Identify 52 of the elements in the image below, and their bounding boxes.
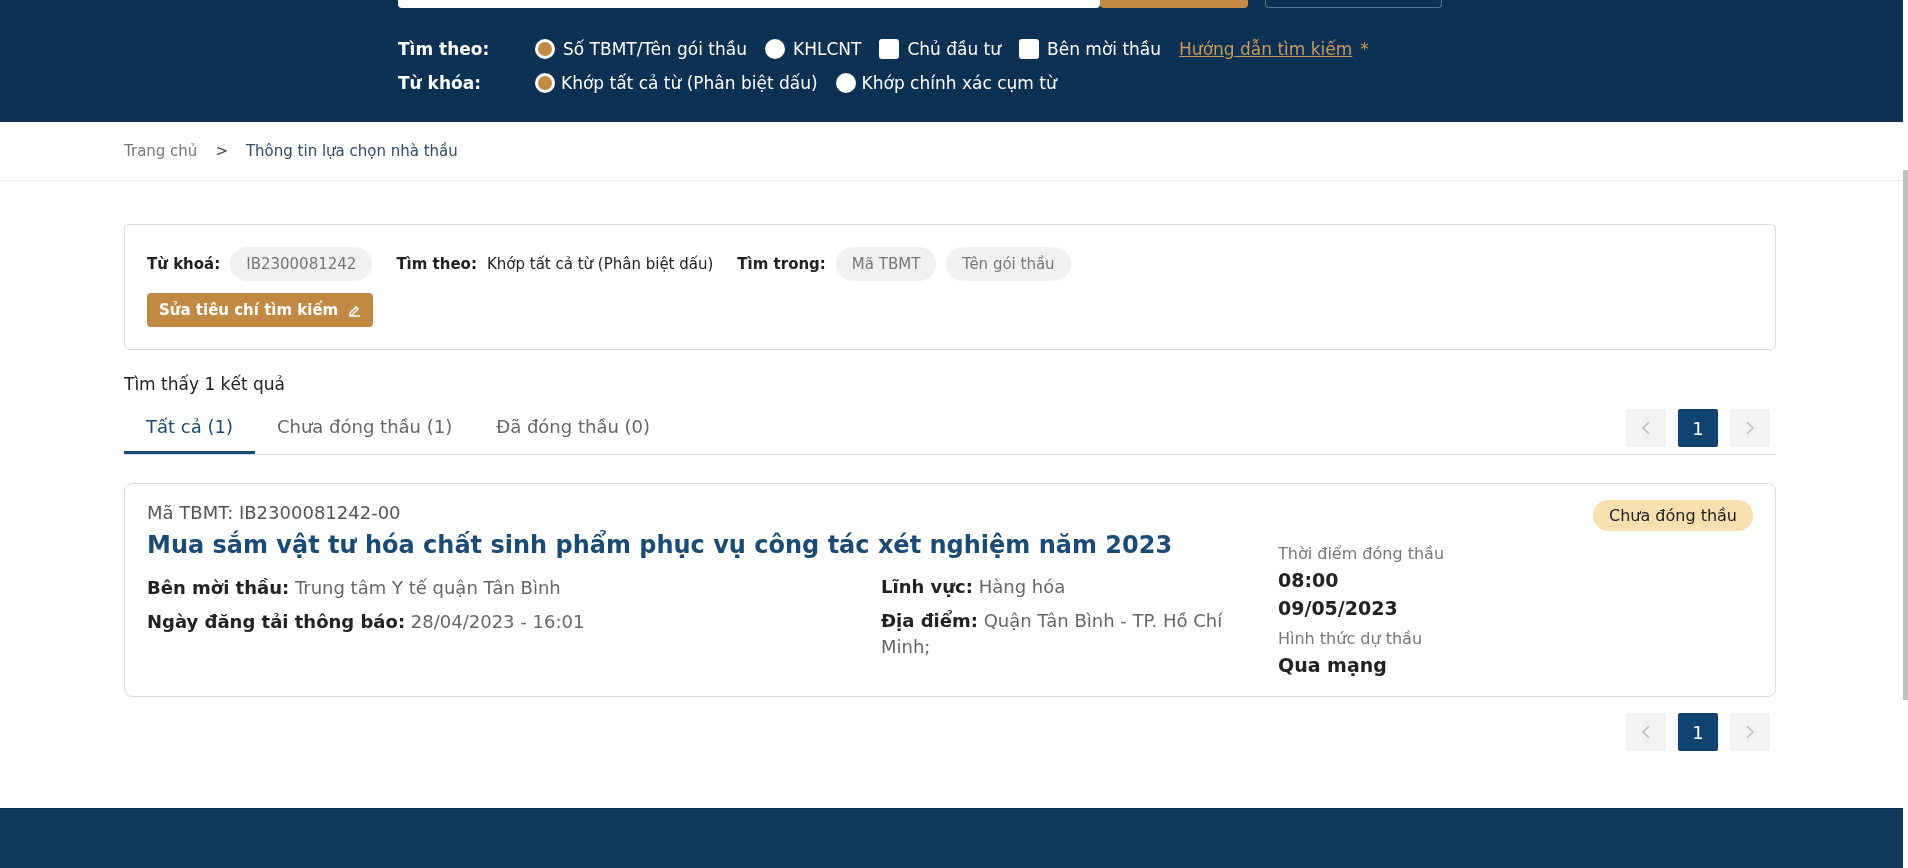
keyword-tag: IB2300081242 [230, 247, 373, 281]
breadcrumb-separator: > [215, 142, 228, 160]
chevron-right-icon [1746, 725, 1754, 739]
radio-button[interactable] [535, 73, 555, 93]
option-label: Bên mời thầu [1047, 39, 1162, 59]
result-count: Tìm thấy 1 kết quả [124, 374, 286, 394]
field-text: Bên mời thầu: Trung tâm Y tế quận Tân Bình [147, 575, 562, 600]
checkbox[interactable] [1019, 39, 1040, 59]
search-guide-link[interactable]: Hướng dẫn tìm kiếm [1179, 39, 1353, 59]
search-field-tag: Mã TBMT [835, 247, 937, 281]
breadcrumb-link[interactable]: Trang chủ [124, 142, 198, 160]
outline-button[interactable] [1265, 0, 1442, 8]
scrollbar-thumb[interactable] [1903, 170, 1908, 700]
checkbox[interactable] [879, 39, 900, 59]
radio-button[interactable] [835, 73, 856, 93]
closing-time-label: Thời điểm đóng thầu [1278, 544, 1446, 563]
option-label: Khớp tất cả từ (Phân biệt dấu) [561, 73, 818, 93]
search-by-label: Tìm theo: [396, 255, 477, 273]
field-text: Lĩnh vực: Hàng hóa [881, 575, 1067, 599]
closing-time: 08:00 [1278, 569, 1340, 591]
radio-button[interactable] [765, 39, 785, 59]
search-by-label: Tìm theo: [398, 39, 491, 59]
breadcrumb-link[interactable]: Thông tin lựa chọn nhà thầu [245, 142, 458, 160]
tab[interactable]: Chưa đóng thầu (1) [254, 402, 475, 454]
chevron-left-icon [1642, 421, 1650, 435]
option-label: Chủ đầu tư [907, 39, 1002, 59]
bid-method-label: Hình thức dự thầu [1278, 629, 1424, 648]
bid-method: Qua mạng [1278, 654, 1388, 676]
page-button[interactable]: 1 [1678, 713, 1718, 751]
notice-code: Mã TBMT: IB2300081242-00 [147, 502, 402, 523]
field-text: Ngày đăng tải thông báo: 28/04/2023 - 16:01 [147, 609, 586, 634]
closing-date: 09/05/2023 [1278, 597, 1399, 619]
option-label: Số TBMT/Tên gói thầu [563, 39, 747, 59]
status-badge: Chưa đóng thầu [1592, 500, 1753, 531]
option-label: KHLCNT [793, 39, 862, 59]
option-label: Khớp chính xác cụm từ [861, 73, 1057, 93]
keyword-label: Từ khóa: [398, 73, 482, 93]
tab[interactable]: Đã đóng thầu (0) [474, 402, 673, 454]
search-in-label: Tìm trong: [737, 255, 826, 273]
search-by-value: Khớp tất cả từ (Phân biệt dấu) [486, 255, 714, 273]
package-title-link[interactable]: Mua sắm vật tư hóa chất sinh phẩm phục vụ công tác xét nghiệm năm 2023 [147, 529, 1173, 563]
page-button[interactable]: 1 [1678, 409, 1718, 447]
chevron-left-icon [1642, 725, 1650, 739]
pencil-icon [348, 303, 362, 317]
radio-button[interactable] [535, 39, 555, 59]
keyword-label: Từ khoá: [147, 255, 221, 273]
search-field-tag: Tên gói thầu [946, 247, 1071, 281]
required-mark: * [1360, 39, 1369, 59]
field-text: Địa điểm: Quận Tân Bình - TP. Hồ Chí Minh; [881, 609, 1224, 660]
search-field[interactable] [398, 0, 1100, 8]
tab[interactable]: Tất cả (1) [124, 402, 255, 454]
chevron-right-icon [1746, 421, 1754, 435]
